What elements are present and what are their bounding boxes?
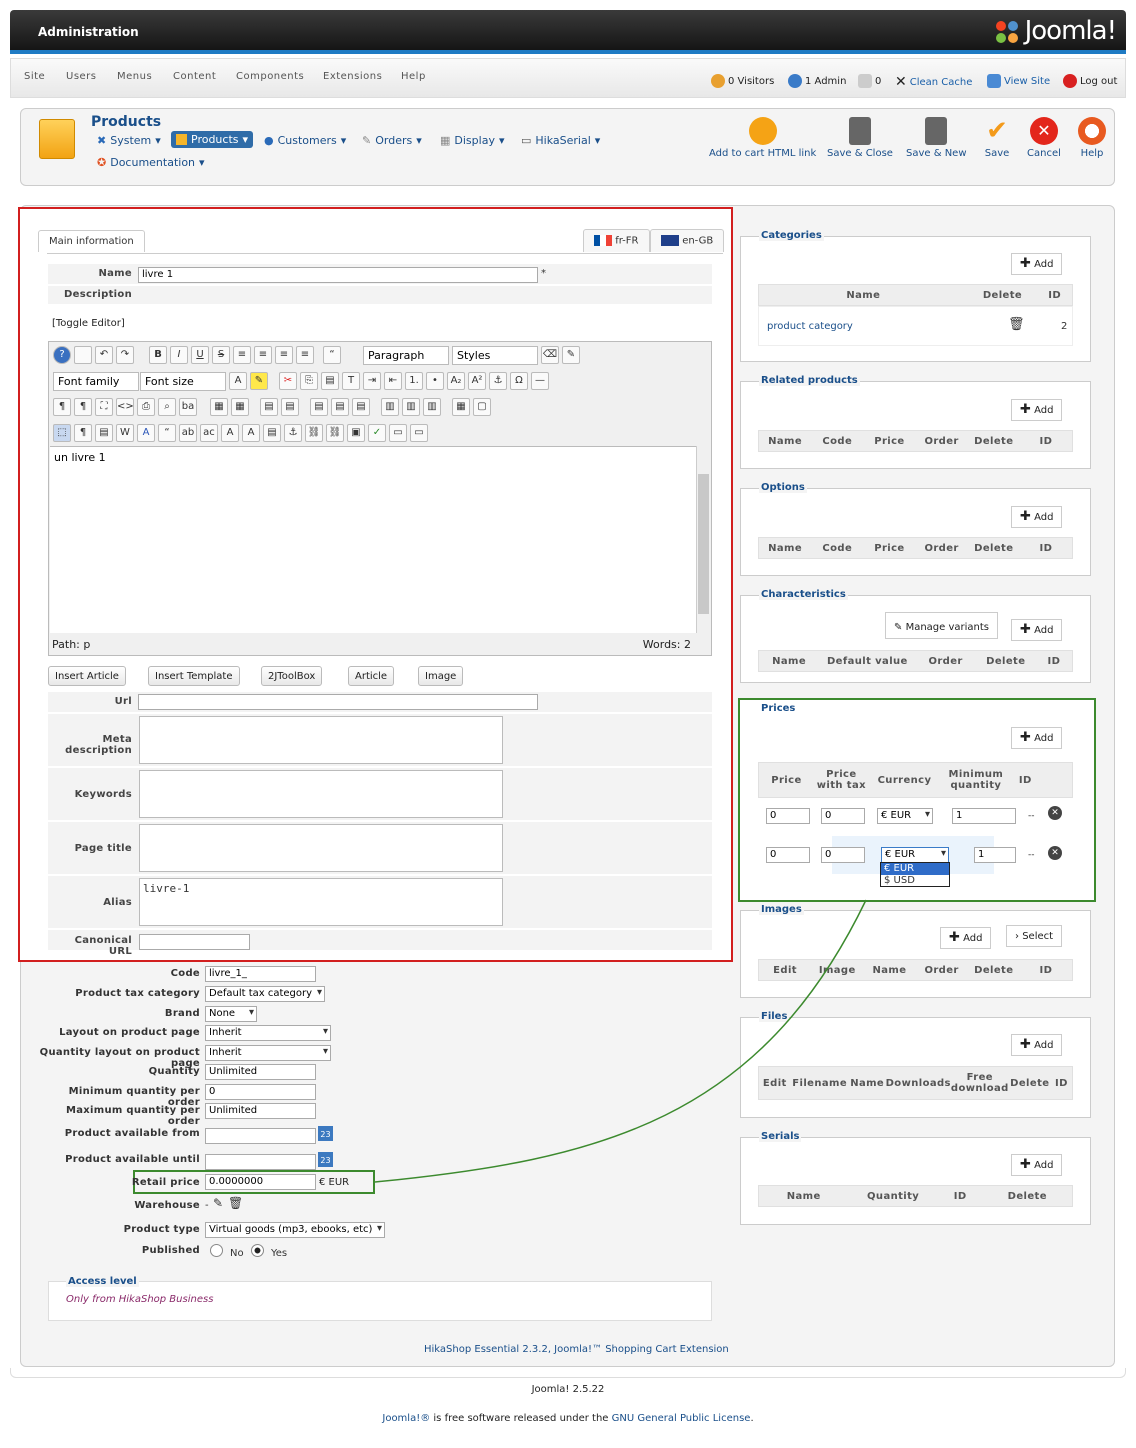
joomla-version: Joomla! 2.5.22 — [531, 1384, 605, 1395]
gpl-link[interactable]: GNU General Public License — [612, 1413, 751, 1424]
license-text: Joomla!® is free software released under… — [382, 1413, 754, 1424]
joomla-link[interactable]: Joomla!® — [382, 1413, 430, 1424]
connector-line — [374, 899, 867, 1183]
